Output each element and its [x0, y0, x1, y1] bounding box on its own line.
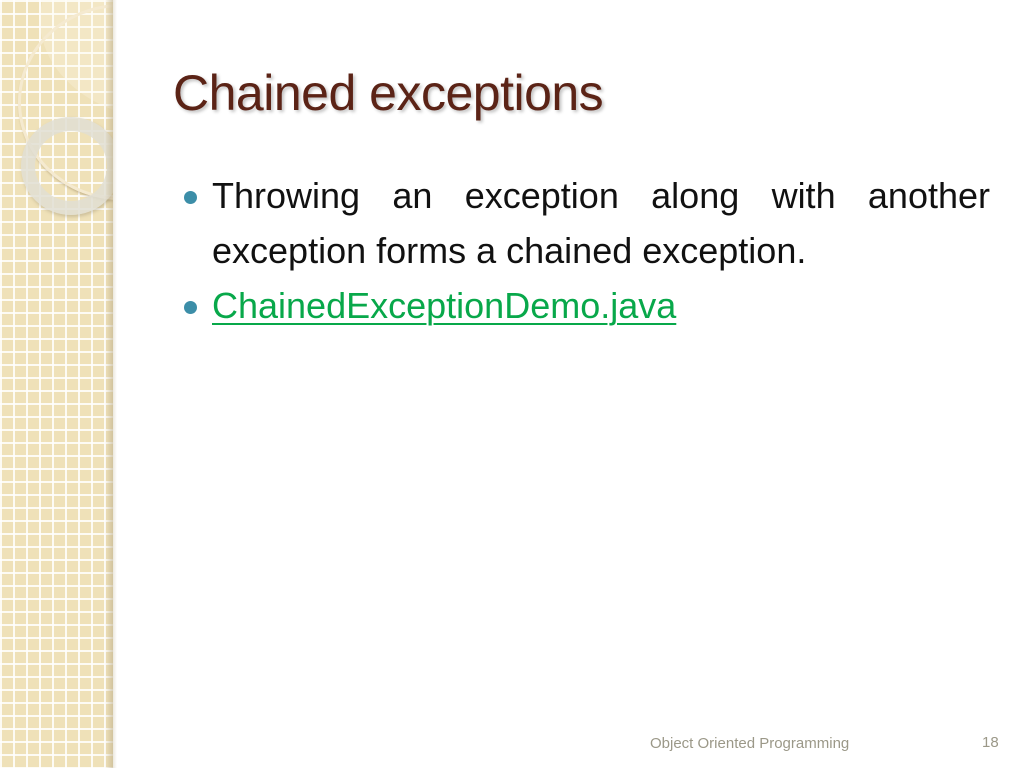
sidebar-shadow	[105, 0, 113, 768]
decorative-ring-small	[21, 117, 113, 215]
slide-title: Chained exceptions	[173, 65, 604, 121]
footer-text: Object Oriented Programming	[650, 735, 850, 752]
page-number: 18	[982, 734, 999, 751]
bullet-item: ChainedExceptionDemo.java	[182, 278, 990, 333]
bullet-text: Throwing an exception along with another…	[212, 175, 990, 271]
bullet-dot-icon	[184, 301, 197, 314]
chained-exception-demo-link[interactable]: ChainedExceptionDemo.java	[212, 285, 676, 326]
bullet-list: Throwing an exception along with another…	[182, 168, 990, 333]
bullet-item: Throwing an exception along with another…	[182, 168, 990, 278]
bullet-dot-icon	[184, 191, 197, 204]
decorative-sidebar	[0, 0, 113, 768]
slide: Chained exceptions Throwing an exception…	[0, 0, 1024, 768]
sidebar-edge	[113, 0, 117, 768]
